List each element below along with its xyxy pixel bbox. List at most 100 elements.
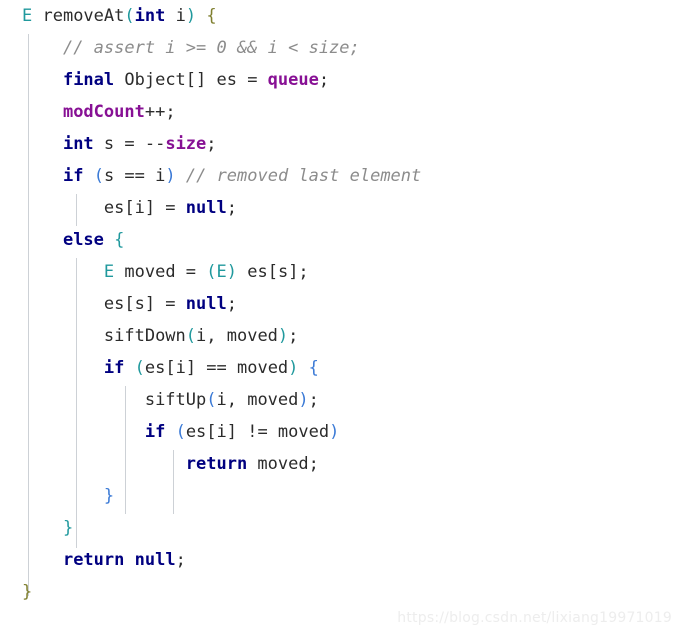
code-token-paren2: ( bbox=[93, 166, 104, 186]
code-token-plain: i, moved bbox=[216, 390, 299, 410]
code-screenshot: E removeAt(int i) { // assert i >= 0 && … bbox=[0, 0, 682, 630]
code-token-plain: es[i] = bbox=[103, 198, 186, 218]
code-line[interactable]: es[i] = null; bbox=[0, 192, 682, 224]
code-editor-area[interactable]: E removeAt(int i) { // assert i >= 0 && … bbox=[0, 0, 682, 630]
code-token-kw: final bbox=[62, 70, 115, 90]
code-line[interactable]: return null; bbox=[0, 544, 682, 576]
code-line[interactable]: } bbox=[0, 480, 682, 512]
code-token-kw: null bbox=[185, 294, 227, 314]
code-token-plain: es[i] == moved bbox=[144, 358, 289, 378]
code-token-plain: removeAt bbox=[32, 6, 125, 26]
code-line[interactable]: final Object[] es = queue; bbox=[0, 64, 682, 96]
code-token-plain: Object[] es = bbox=[114, 70, 268, 90]
code-token-kw: null bbox=[185, 198, 227, 218]
code-token-plain: i bbox=[165, 6, 186, 26]
code-line[interactable]: return moved; bbox=[0, 448, 682, 480]
watermark-text: https://blog.csdn.net/lixiang19971019 bbox=[397, 610, 672, 626]
code-token-kw: null bbox=[134, 550, 176, 570]
code-token-type: E bbox=[22, 6, 33, 26]
code-line[interactable]: if (es[i] != moved) bbox=[0, 416, 682, 448]
code-token-plain: ; bbox=[175, 550, 186, 570]
code-token-field: modCount bbox=[62, 102, 145, 122]
code-token-comment: // removed last element bbox=[185, 166, 422, 186]
code-token-type: E bbox=[103, 262, 115, 282]
code-token-kw: int bbox=[134, 6, 166, 26]
code-token-paren2: ) bbox=[298, 390, 309, 410]
code-line[interactable]: es[s] = null; bbox=[0, 288, 682, 320]
code-line[interactable]: // assert i >= 0 && i < size; bbox=[0, 32, 682, 64]
code-token-comment: // assert i >= 0 && i < size; bbox=[62, 38, 360, 58]
code-line[interactable]: if (s == i) // removed last element bbox=[0, 160, 682, 192]
code-token-plain: ; bbox=[226, 198, 237, 218]
code-line[interactable]: else { bbox=[0, 224, 682, 256]
code-line[interactable]: siftDown(i, moved); bbox=[0, 320, 682, 352]
code-token-kw: if bbox=[103, 358, 125, 378]
code-token-plain: es[s]; bbox=[237, 262, 309, 282]
code-token-field: queue bbox=[267, 70, 319, 90]
code-token-paren1: ( bbox=[124, 6, 135, 26]
code-token-brace0: { bbox=[206, 6, 217, 26]
code-token-kw: int bbox=[62, 134, 94, 154]
code-token-brace2: { bbox=[308, 358, 319, 378]
code-token-brace0: } bbox=[22, 582, 33, 602]
code-token-plain: siftUp bbox=[144, 390, 207, 410]
code-token-plain: es[s] = bbox=[103, 294, 186, 314]
code-token-plain: es[i] != moved bbox=[185, 422, 330, 442]
code-line[interactable]: E removeAt(int i) { bbox=[0, 0, 682, 32]
code-token-kw: else bbox=[62, 230, 104, 250]
code-line[interactable]: } bbox=[0, 576, 682, 608]
code-token-plain: s = -- bbox=[93, 134, 166, 154]
code-token-paren1: ( bbox=[134, 358, 145, 378]
code-token-plain: ; bbox=[308, 390, 319, 410]
code-token-brace2: } bbox=[103, 486, 115, 506]
code-token-plain: moved = bbox=[114, 262, 207, 282]
code-token-kw: return bbox=[185, 454, 248, 474]
code-line[interactable]: E moved = (E) es[s]; bbox=[0, 256, 682, 288]
code-token-plain: ; bbox=[226, 294, 237, 314]
code-token-paren1: ) bbox=[185, 6, 197, 26]
code-token-brace1: } bbox=[62, 518, 74, 538]
code-token-type: E bbox=[216, 262, 227, 282]
code-token-paren1: ) bbox=[277, 326, 289, 346]
code-token-plain: moved; bbox=[247, 454, 319, 474]
code-token-field: size bbox=[165, 134, 207, 154]
code-line[interactable]: } bbox=[0, 512, 682, 544]
code-token-plain: siftDown bbox=[103, 326, 186, 346]
code-token-kw: if bbox=[144, 422, 166, 442]
code-token-plain: ; bbox=[318, 70, 330, 90]
code-token-paren1: ( bbox=[185, 326, 197, 346]
code-token-plain: ; bbox=[206, 134, 217, 154]
code-token-paren2: ) bbox=[329, 422, 340, 442]
code-line[interactable]: if (es[i] == moved) { bbox=[0, 352, 682, 384]
code-token-paren2: ( bbox=[175, 422, 186, 442]
code-token-kw: return bbox=[62, 550, 125, 570]
code-line[interactable]: modCount++; bbox=[0, 96, 682, 128]
code-line[interactable]: siftUp(i, moved); bbox=[0, 384, 682, 416]
code-token-paren1: ( bbox=[206, 262, 217, 282]
code-line[interactable]: int s = --size; bbox=[0, 128, 682, 160]
